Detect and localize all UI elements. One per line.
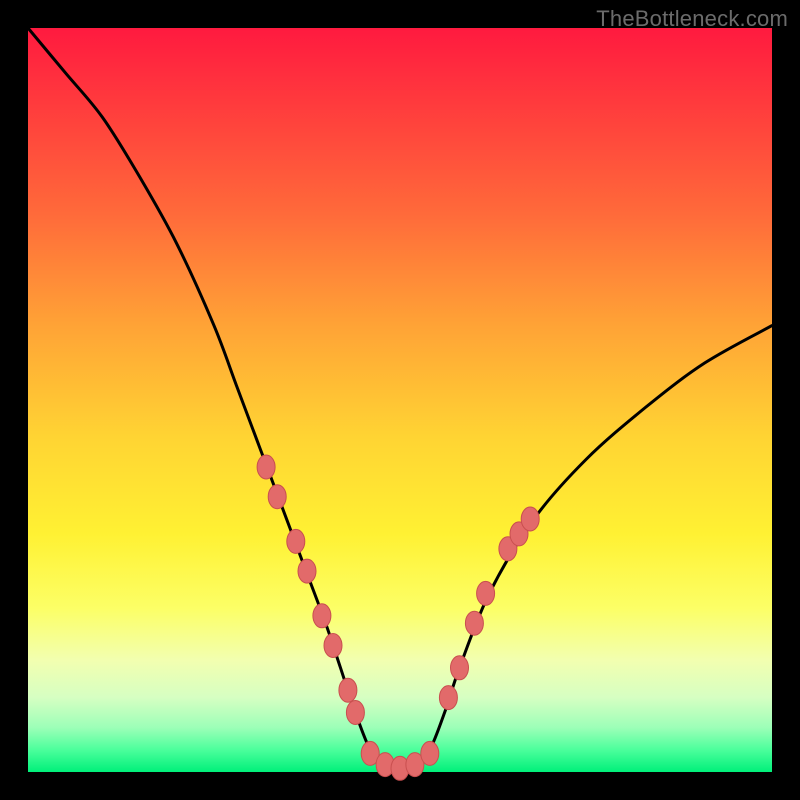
curve-marker [298,559,316,583]
curve-marker [313,604,331,628]
chart-frame: TheBottleneck.com [0,0,800,800]
curve-marker [268,485,286,509]
curve-marker [477,581,495,605]
bottleneck-curve-svg [28,28,772,772]
curve-marker [346,701,364,725]
curve-marker [339,678,357,702]
curve-markers [257,455,539,780]
bottleneck-curve [28,28,772,772]
curve-marker [521,507,539,531]
curve-marker [287,529,305,553]
watermark-text: TheBottleneck.com [596,6,788,32]
plot-area [28,28,772,772]
curve-marker [257,455,275,479]
curve-marker [421,741,439,765]
curve-marker [324,634,342,658]
curve-marker [465,611,483,635]
curve-marker [439,686,457,710]
curve-marker [451,656,469,680]
